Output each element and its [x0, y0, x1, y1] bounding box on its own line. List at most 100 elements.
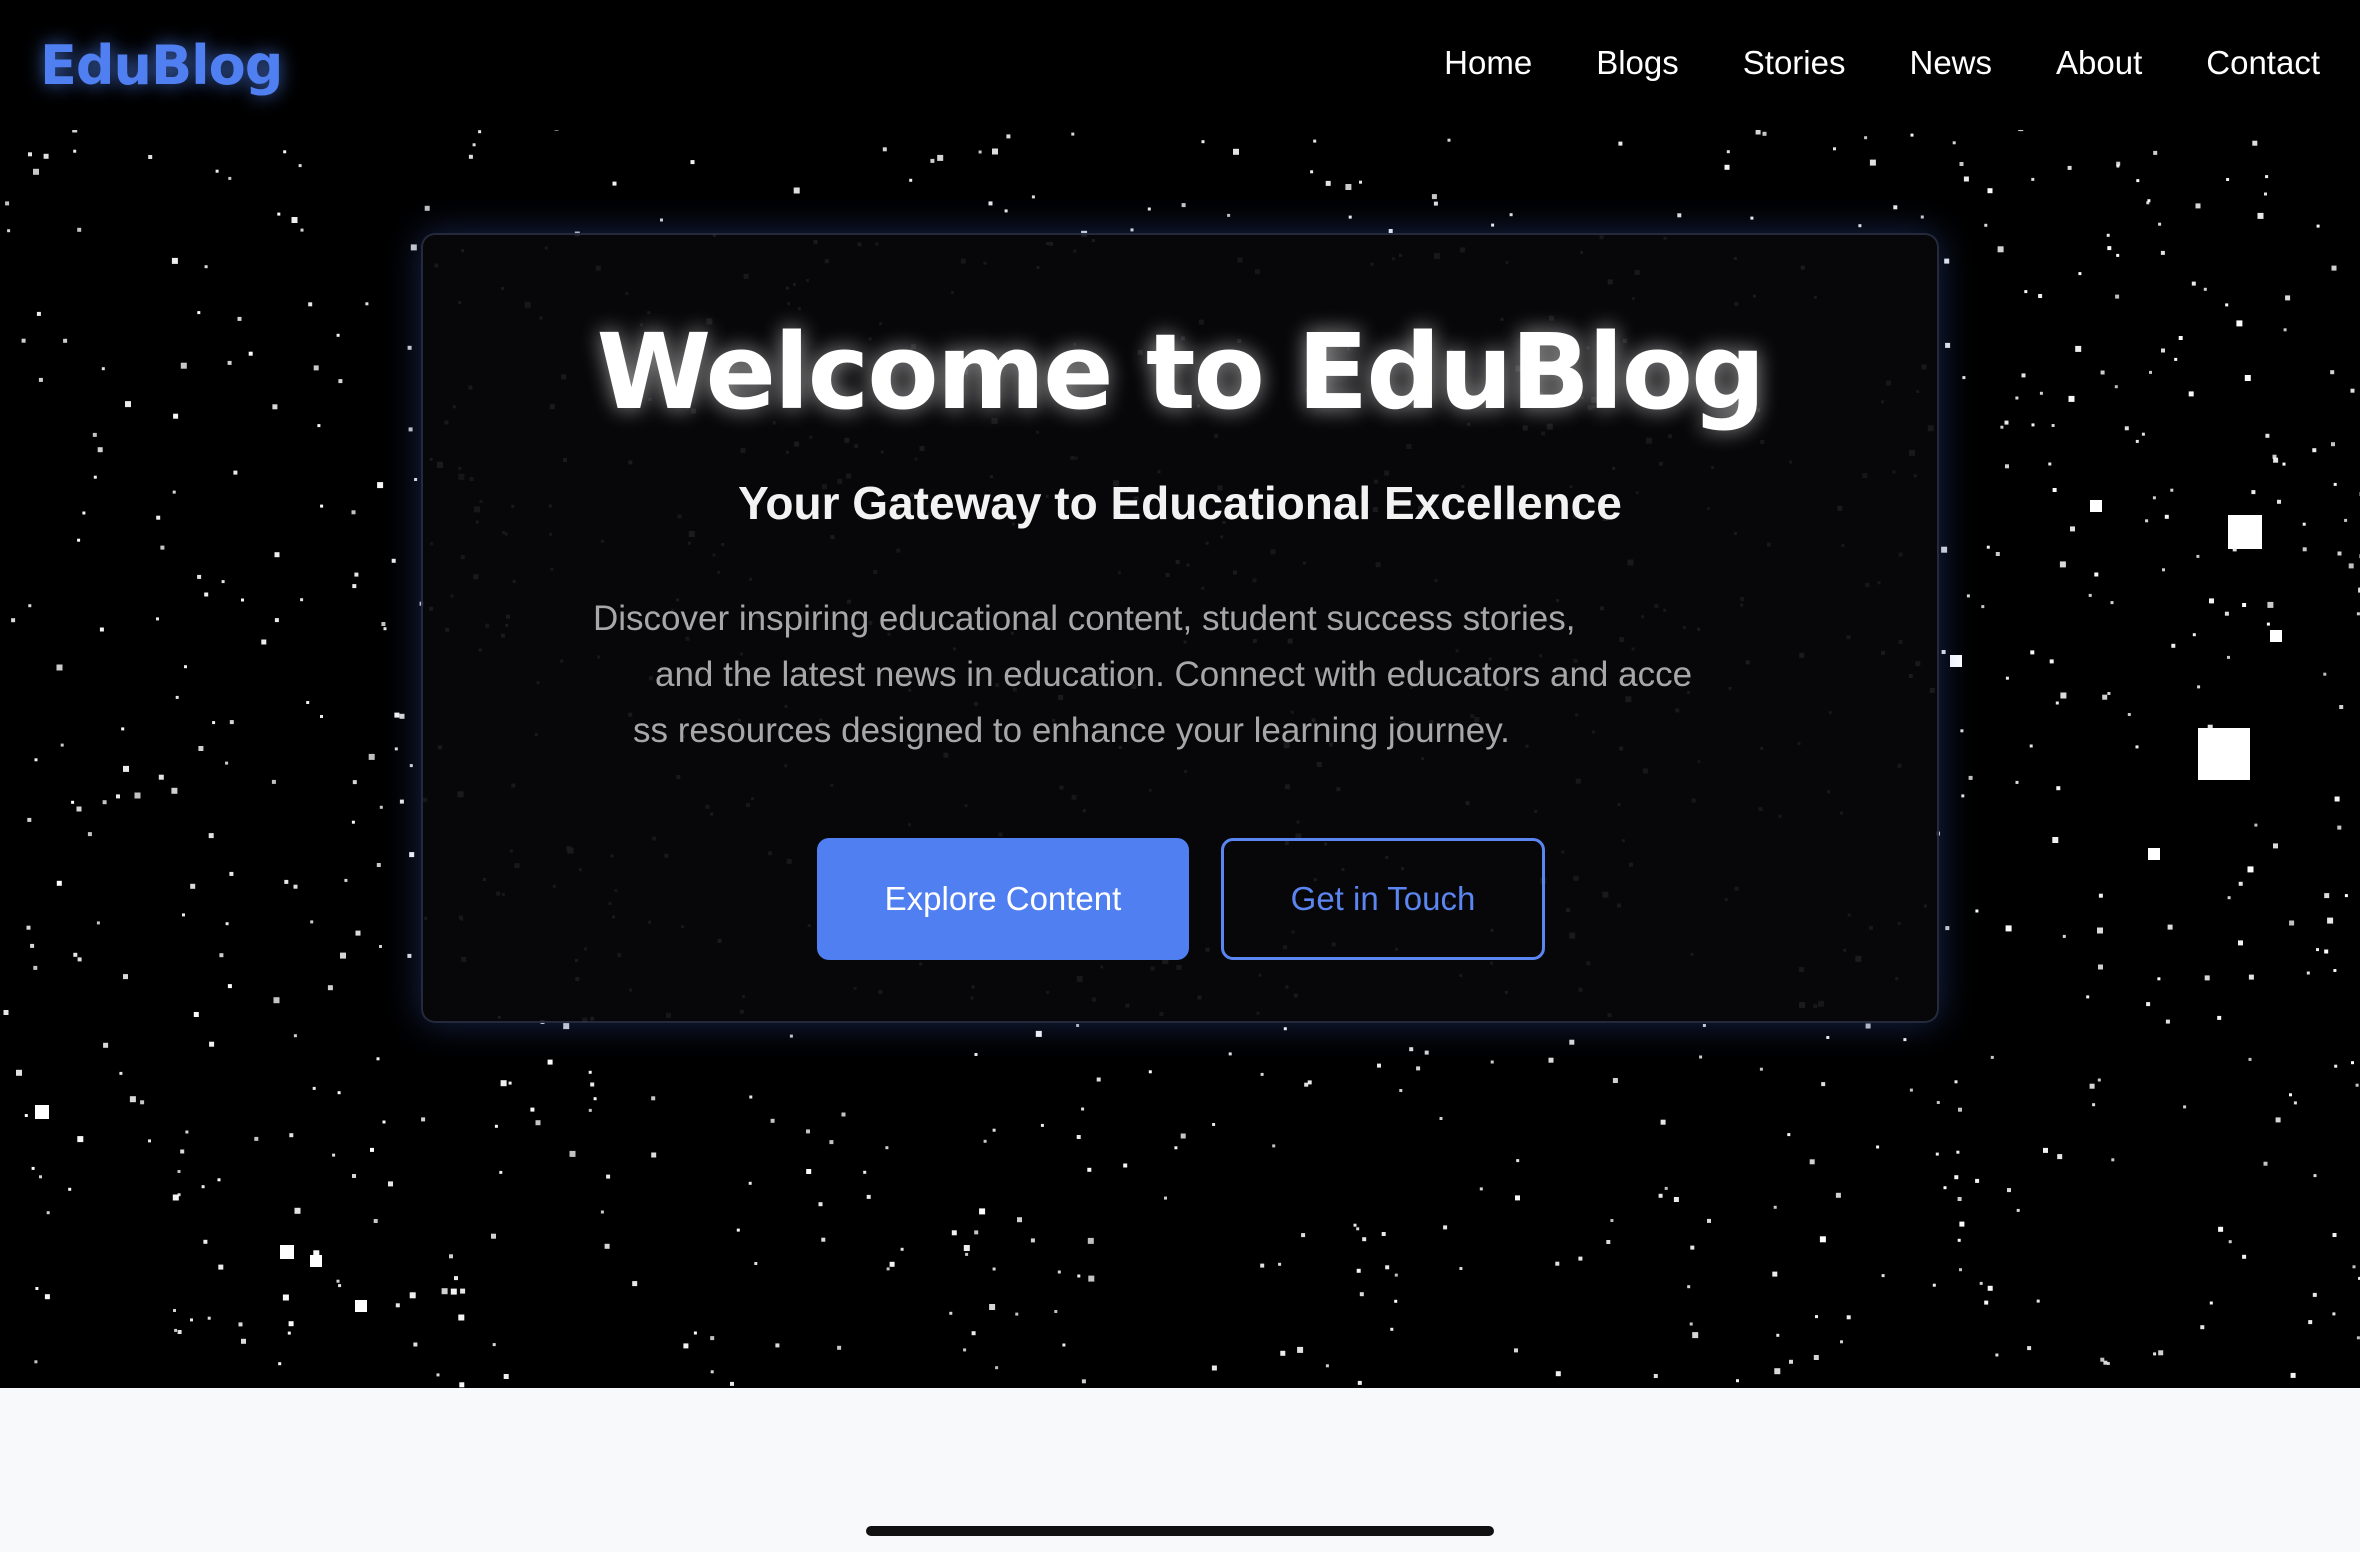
star [1325, 180, 1331, 186]
star [228, 176, 232, 180]
star [2107, 246, 2112, 251]
star [754, 1262, 758, 1265]
star [2114, 385, 2118, 389]
nav-link-about[interactable]: About [2056, 44, 2142, 82]
star [280, 1245, 294, 1259]
star [101, 367, 105, 371]
star [2059, 561, 2066, 568]
star [173, 413, 179, 419]
star [237, 316, 242, 321]
star [30, 943, 35, 948]
star [1394, 1299, 1398, 1303]
star [1081, 1379, 1086, 1384]
star [156, 515, 161, 520]
star [2100, 370, 2105, 375]
star [1310, 170, 1314, 174]
star [2005, 464, 2009, 469]
star [409, 852, 415, 858]
star [44, 1294, 50, 1300]
star [2161, 348, 2165, 353]
star [1658, 1193, 1663, 1198]
hero-description-line: and the latest news in education. Connec… [655, 655, 1693, 694]
star [1030, 1238, 1035, 1243]
star [233, 470, 238, 475]
star [1569, 1039, 1575, 1045]
star [2024, 290, 2028, 294]
star [282, 1294, 289, 1301]
star [563, 1023, 570, 1030]
star [1943, 1186, 1947, 1190]
star [2052, 837, 2059, 843]
star [379, 805, 383, 809]
star [1006, 134, 1011, 139]
star [2324, 893, 2330, 899]
star [1015, 1312, 1019, 1316]
star [930, 158, 935, 163]
star [225, 922, 229, 926]
star [1164, 1196, 1167, 1200]
star [2049, 659, 2054, 664]
star [11, 618, 16, 623]
star [5, 201, 10, 206]
star [2308, 1320, 2313, 1325]
star [1035, 1030, 1042, 1037]
star [413, 1342, 418, 1347]
star [391, 558, 396, 563]
star [28, 604, 32, 608]
star [2135, 439, 2139, 443]
star [1307, 1080, 1312, 1085]
nav-link-stories[interactable]: Stories [1743, 44, 1846, 82]
star [1750, 216, 1754, 220]
star [288, 1321, 294, 1327]
star [3, 1010, 9, 1015]
star [2337, 825, 2342, 830]
star [2097, 1078, 2101, 1082]
star [2224, 611, 2229, 616]
star [119, 1071, 123, 1075]
star [1076, 1135, 1081, 1139]
star [2092, 1103, 2096, 1107]
star [1995, 1353, 1999, 1357]
star [204, 592, 209, 597]
star [978, 150, 982, 154]
star [1724, 164, 1730, 170]
brand-logo[interactable]: EduBlog [40, 34, 283, 97]
star [1660, 1119, 1666, 1125]
star [1821, 1082, 1826, 1087]
star [1707, 1218, 1711, 1223]
star [1359, 1292, 1364, 1297]
star [2331, 265, 2337, 271]
nav-link-news[interactable]: News [1909, 44, 1992, 82]
nav-link-home[interactable]: Home [1444, 44, 1532, 82]
home-indicator[interactable] [866, 1526, 1494, 1536]
star [2089, 1083, 2095, 1089]
star [2007, 1188, 2011, 1193]
explore-content-button[interactable]: Explore Content [817, 838, 1189, 960]
star [1606, 1240, 1611, 1244]
star [123, 765, 129, 772]
star [7, 229, 11, 233]
star [632, 1281, 638, 1287]
star [651, 1096, 656, 1101]
star [2339, 705, 2344, 709]
nav-link-contact[interactable]: Contact [2206, 44, 2320, 82]
nav-link-blogs[interactable]: Blogs [1596, 44, 1679, 82]
star [284, 879, 289, 884]
star [2192, 633, 2196, 637]
star [1514, 1348, 1518, 1353]
star [1987, 1285, 1993, 1291]
star [974, 1053, 978, 1056]
star [35, 1105, 49, 1119]
star [2332, 1312, 2336, 1316]
get-in-touch-button[interactable]: Get in Touch [1221, 838, 1545, 960]
star [2031, 177, 2035, 181]
star [2060, 692, 2067, 699]
star [327, 985, 333, 991]
star [273, 997, 280, 1004]
star [2195, 203, 2201, 209]
star [2350, 388, 2355, 393]
star [193, 1012, 199, 1017]
star [492, 1343, 496, 1347]
star [2348, 563, 2354, 569]
star [885, 1146, 889, 1150]
